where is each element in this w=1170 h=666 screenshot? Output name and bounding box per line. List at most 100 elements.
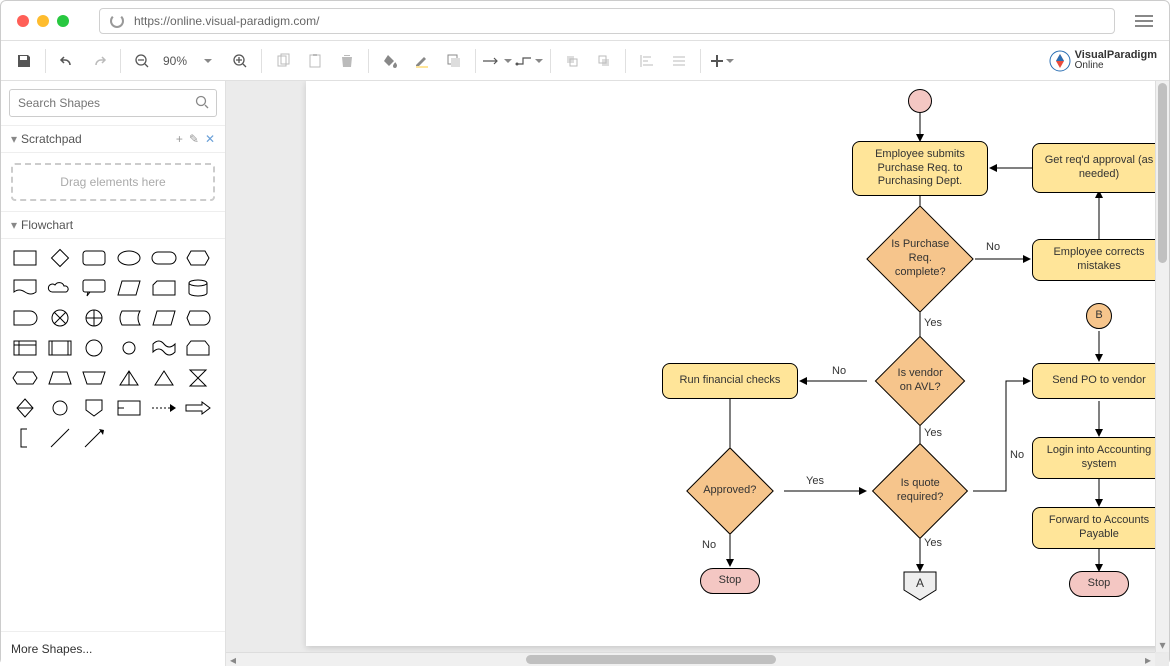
- zoom-in-button[interactable]: [225, 46, 255, 76]
- shape-merge[interactable]: [150, 367, 178, 389]
- line-color-button[interactable]: [407, 46, 437, 76]
- shape-card[interactable]: [150, 277, 178, 299]
- zoom-dropdown[interactable]: [193, 46, 223, 76]
- shape-arrow[interactable]: [184, 397, 212, 419]
- node-financial[interactable]: Run financial checks: [662, 363, 798, 399]
- shape-ellipse[interactable]: [115, 247, 143, 269]
- shape-line[interactable]: [46, 427, 74, 449]
- more-shapes-label: More Shapes...: [11, 642, 92, 656]
- node-approved-q[interactable]: Approved?: [686, 447, 774, 535]
- url-bar[interactable]: https://online.visual-paradigm.com/: [99, 8, 1115, 34]
- node-avl-q[interactable]: Is vendor on AVL?: [875, 336, 966, 427]
- scratchpad-dropzone[interactable]: Drag elements here: [11, 163, 215, 201]
- shape-manual-op[interactable]: [80, 367, 108, 389]
- shape-arrow-line[interactable]: [80, 427, 108, 449]
- search-shapes-input[interactable]: [9, 89, 217, 117]
- flowchart-section-header[interactable]: ▾ Flowchart: [1, 211, 225, 239]
- fill-color-button[interactable]: [375, 46, 405, 76]
- shape-circle[interactable]: [80, 337, 108, 359]
- shape-trapezoid[interactable]: [46, 367, 74, 389]
- node-login[interactable]: Login into Accounting system: [1032, 437, 1166, 479]
- shape-sum[interactable]: [46, 307, 74, 329]
- shape-predefined[interactable]: [46, 337, 74, 359]
- shape-document[interactable]: [11, 277, 39, 299]
- shape-rectangle[interactable]: [11, 247, 39, 269]
- shape-parallelogram[interactable]: [150, 307, 178, 329]
- node-quote-q[interactable]: Is quote required?: [872, 443, 968, 539]
- redo-button[interactable]: [84, 46, 114, 76]
- shape-transfer[interactable]: [150, 397, 178, 419]
- loading-spinner-icon: [110, 14, 124, 28]
- shape-internal-storage[interactable]: [11, 337, 39, 359]
- delete-button[interactable]: [332, 46, 362, 76]
- shape-connector[interactable]: [46, 397, 74, 419]
- paste-button[interactable]: [300, 46, 330, 76]
- node-submit[interactable]: Employee submits Purchase Req. to Purcha…: [852, 141, 988, 196]
- node-stop1[interactable]: Stop: [700, 568, 760, 594]
- shape-collate[interactable]: [184, 367, 212, 389]
- shape-preparation[interactable]: [11, 367, 39, 389]
- start-node[interactable]: [908, 89, 932, 113]
- zoom-level[interactable]: 90%: [159, 54, 191, 68]
- waypoints-button[interactable]: [514, 46, 544, 76]
- shape-terminator[interactable]: [150, 247, 178, 269]
- node-stop2[interactable]: Stop: [1069, 571, 1129, 597]
- shape-circle-small[interactable]: [115, 337, 143, 359]
- add-scratchpad-button[interactable]: +: [176, 132, 183, 146]
- shape-rounded-rect[interactable]: [80, 247, 108, 269]
- maximize-window-button[interactable]: [57, 15, 69, 27]
- v-scroll-thumb[interactable]: [1158, 83, 1167, 263]
- menu-button[interactable]: [1135, 12, 1153, 30]
- shadow-button[interactable]: [439, 46, 469, 76]
- node-corrects[interactable]: Employee corrects mistakes: [1032, 239, 1166, 281]
- shape-display[interactable]: [184, 307, 212, 329]
- minimize-window-button[interactable]: [37, 15, 49, 27]
- edit-scratchpad-button[interactable]: ✎: [189, 132, 199, 146]
- node-complete-q[interactable]: Is Purchase Req. complete?: [866, 205, 973, 312]
- to-front-button[interactable]: [557, 46, 587, 76]
- scroll-down-button[interactable]: ▾: [1156, 638, 1169, 652]
- shape-data[interactable]: [115, 277, 143, 299]
- shape-hexagon[interactable]: [184, 247, 212, 269]
- more-shapes-link[interactable]: More Shapes...: [1, 631, 225, 666]
- shape-loop-limit[interactable]: [184, 337, 212, 359]
- distribute-button[interactable]: [664, 46, 694, 76]
- node-forward[interactable]: Forward to Accounts Payable: [1032, 507, 1166, 549]
- h-scroll-thumb[interactable]: [526, 655, 776, 664]
- to-back-button[interactable]: [589, 46, 619, 76]
- shape-cloud[interactable]: [46, 277, 74, 299]
- shape-diamond[interactable]: [46, 247, 74, 269]
- connection-style-button[interactable]: [482, 46, 512, 76]
- canvas-area[interactable]: Employee submits Purchase Req. to Purcha…: [226, 81, 1169, 666]
- connector-b[interactable]: B: [1086, 303, 1112, 329]
- close-scratchpad-button[interactable]: ✕: [205, 132, 215, 146]
- close-window-button[interactable]: [17, 15, 29, 27]
- add-button[interactable]: [707, 46, 737, 76]
- connector-a[interactable]: A: [903, 571, 937, 604]
- align-button[interactable]: [632, 46, 662, 76]
- shape-database[interactable]: [184, 277, 212, 299]
- shape-tape[interactable]: [150, 337, 178, 359]
- shape-stored-data[interactable]: [115, 307, 143, 329]
- drawing-paper[interactable]: Employee submits Purchase Req. to Purcha…: [306, 81, 1166, 646]
- scroll-right-button[interactable]: ▸: [1141, 653, 1155, 666]
- shape-sort[interactable]: [11, 397, 39, 419]
- shape-extract[interactable]: [115, 367, 143, 389]
- copy-button[interactable]: [268, 46, 298, 76]
- shape-annotation[interactable]: [115, 397, 143, 419]
- shape-delay[interactable]: [11, 307, 39, 329]
- save-button[interactable]: [9, 46, 39, 76]
- horizontal-scrollbar[interactable]: ◂ ▸: [226, 652, 1155, 666]
- node-approval[interactable]: Get req'd approval (as needed): [1032, 143, 1166, 193]
- vertical-scrollbar[interactable]: ▴ ▾: [1155, 81, 1169, 652]
- shape-bracket[interactable]: [11, 427, 39, 449]
- undo-button[interactable]: [52, 46, 82, 76]
- scratchpad-section-header[interactable]: ▾ Scratchpad + ✎ ✕: [1, 125, 225, 153]
- shape-offpage[interactable]: [80, 397, 108, 419]
- logo-text-2: Online: [1075, 60, 1104, 71]
- node-sendpo[interactable]: Send PO to vendor: [1032, 363, 1166, 399]
- zoom-out-button[interactable]: [127, 46, 157, 76]
- shape-callout[interactable]: [80, 277, 108, 299]
- shape-or[interactable]: [80, 307, 108, 329]
- scroll-left-button[interactable]: ◂: [226, 653, 240, 666]
